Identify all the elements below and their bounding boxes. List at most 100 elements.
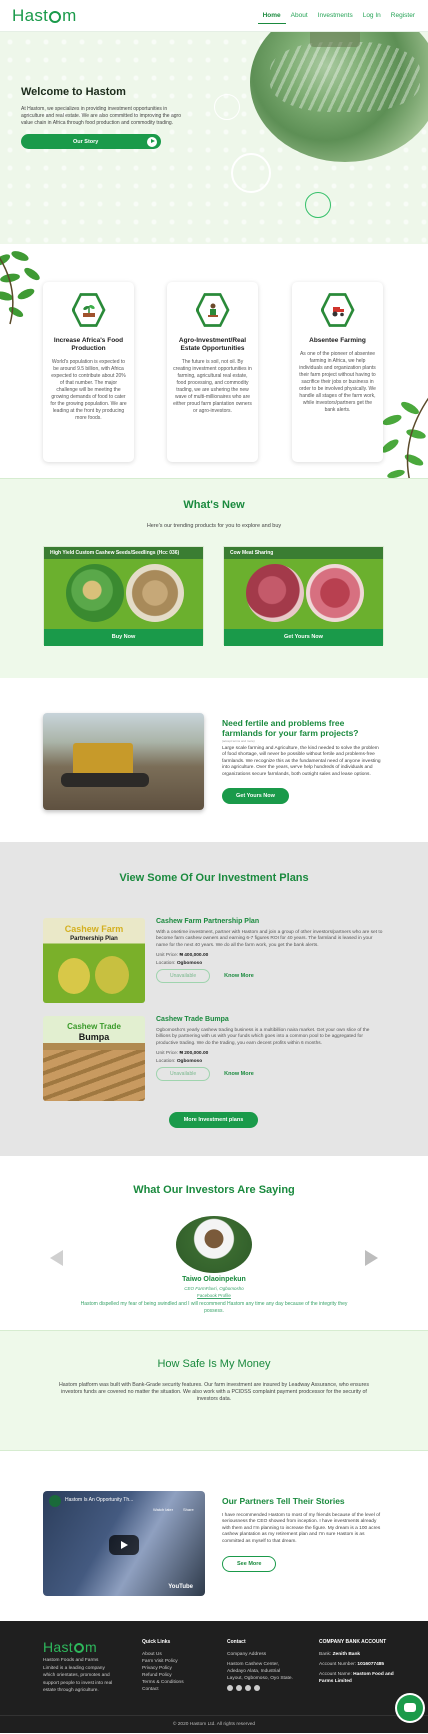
product-name: High Yield Custom Cashew Seeds/Seedlings… (44, 547, 203, 559)
footer-link-refund[interactable]: Refund Policy (142, 1672, 184, 1679)
video-play-icon[interactable] (109, 1535, 139, 1555)
decor-circle (214, 94, 240, 120)
plan-actions: Unavailable Know More (156, 1067, 383, 1082)
play-icon (147, 136, 157, 147)
plan-name: Cashew Farm Partnership Plan (156, 918, 260, 925)
facebook-icon[interactable] (254, 1685, 260, 1691)
feature-hex-badge (71, 293, 106, 327)
footer-logo[interactable]: Hast m (43, 1639, 113, 1655)
farmland-note: (accept terms and more) (222, 739, 255, 743)
page: Hast m Home About Investments Log In Regi… (0, 0, 428, 1733)
price-label: Unit Price: (156, 953, 179, 959)
farmland-section: Need fertile and problems free farmlands… (0, 678, 428, 842)
nav-register[interactable]: Register (386, 8, 420, 24)
plan-name: Cashew Trade Bumpa (156, 1016, 229, 1023)
feature-text: World's population is expected to be aro… (50, 359, 127, 421)
buy-now-button[interactable]: Buy Now (44, 629, 203, 646)
footer-link-about[interactable]: About Us (142, 1651, 184, 1658)
unavailable-button[interactable]: Unavailable (156, 969, 211, 984)
feature-hex-badge (320, 293, 355, 327)
logo-text-right: m (62, 5, 77, 25)
product-card-cow-meat: Cow Meat Sharing Get Yours Now (223, 546, 384, 646)
cashew-seedling-image (66, 564, 124, 622)
logo-ring-icon (74, 1643, 84, 1653)
plan-body: Cashew Trade Bumpa Ogbomosho's yearly ca… (156, 1016, 383, 1082)
watch-later-button[interactable]: Watch later (153, 1507, 173, 1512)
plan-image-subtitle: Bumpa (78, 1032, 110, 1042)
instagram-icon[interactable] (236, 1685, 242, 1691)
meat-image (246, 564, 304, 622)
channel-avatar-icon (49, 1495, 61, 1507)
plan-image-cashew-trade: Cashew Trade Bumpa (43, 1016, 145, 1101)
plan-description: Ogbomosho's yearly cashew trading busine… (156, 1028, 370, 1046)
carousel-next-arrow-icon[interactable] (365, 1250, 378, 1266)
whats-new-section: What's New Here's our trending products … (0, 478, 428, 678)
investor-role: CEO FarmFlavri, Ogbomosho (184, 1286, 244, 1291)
feature-text: As one of the pioneer of absentee farmin… (299, 351, 376, 413)
bank-title: COMPANY BANK ACCOUNT (319, 1639, 387, 1645)
nav-investments[interactable]: Investments (313, 8, 358, 24)
youtube-video-embed[interactable]: Hastom Is An Opportunity Th... Watch lat… (43, 1491, 205, 1596)
plan-image-subtitle: Partnership Plan (70, 936, 118, 942)
feature-title: Absentee Farming (309, 337, 366, 344)
plan-image-title: Cashew Farm (64, 924, 124, 934)
unavailable-button[interactable]: Unavailable (156, 1067, 211, 1082)
youtube-icon[interactable] (227, 1685, 233, 1691)
footer: Hast m Hastom Foods and Farms Limited is … (0, 1621, 428, 1733)
hero-title: Welcome to Hastom (21, 86, 126, 98)
security-text: Hastom platform was built with Bank-Grad… (58, 1382, 369, 1402)
plan-body: Cashew Farm Partnership Plan With a onet… (156, 918, 383, 984)
see-more-button[interactable]: See More (222, 1556, 277, 1573)
logo-text-right: m (85, 1639, 97, 1655)
bulldozer-image (43, 713, 204, 810)
know-more-link[interactable]: Know More (224, 1071, 254, 1077)
plan-price: Unit Price: ₦ 200,000.00 (156, 1051, 383, 1056)
feature-card-food-production: Increase Africa's Food Production World'… (43, 282, 134, 462)
plan-description: With a onetime investment, partner with … (156, 930, 383, 948)
hero-section: Welcome to Hastom At Hastom, we speciali… (0, 32, 428, 244)
share-button[interactable]: Share (183, 1507, 194, 1512)
video-title: Hastom Is An Opportunity Th... (65, 1497, 134, 1503)
more-investment-plans-button[interactable]: More Investment plans (169, 1112, 258, 1128)
nav-home[interactable]: Home (257, 8, 286, 24)
nav-login[interactable]: Log In (358, 8, 386, 24)
carousel-prev-arrow-icon[interactable] (50, 1250, 63, 1266)
top-nav: Hast m Home About Investments Log In Regi… (0, 0, 428, 32)
know-more-link[interactable]: Know More (224, 973, 254, 979)
our-story-button[interactable]: Our Story (21, 134, 161, 149)
footer-link-privacy[interactable]: Privacy Policy (142, 1665, 184, 1672)
investor-name: Taiwo Olaoinpekun (182, 1276, 246, 1283)
security-section: How Safe Is My Money Hastom platform was… (0, 1330, 428, 1451)
plan-card-cashew-farm: Cashew Farm Partnership Plan Cashew Farm… (43, 918, 383, 1003)
footer-about-text: Hastom Foods and Farms Limited is a lead… (43, 1658, 113, 1693)
footer-quick-links: Quick Links About Us Farm Visit Policy P… (142, 1639, 184, 1693)
plan-card-cashew-trade: Cashew Trade Bumpa Cashew Trade Bumpa Og… (43, 1016, 383, 1101)
chat-bubble-icon[interactable] (397, 1695, 423, 1721)
feature-title: Increase Africa's Food Production (53, 337, 124, 352)
farmland-title: Need fertile and problems free farmlands… (222, 718, 359, 738)
plan-image-cashew-farm: Cashew Farm Partnership Plan (43, 918, 145, 1003)
footer-link-terms[interactable]: Terms & Conditions (142, 1679, 184, 1686)
location-value: Ogbomoso (176, 961, 203, 967)
whatsapp-icon[interactable] (245, 1685, 251, 1691)
partners-section: Hastom Is An Opportunity Th... Watch lat… (0, 1451, 428, 1621)
bank-value: Zenith Bank (332, 1652, 361, 1657)
account-number-label: Account Number: (319, 1662, 357, 1667)
get-yours-now-button[interactable]: Get Yours Now (224, 629, 383, 646)
logo[interactable]: Hast m (12, 6, 77, 26)
bank-label: Bank: (319, 1652, 332, 1657)
features-section: Increase Africa's Food Production World'… (0, 244, 428, 483)
footer-bank: COMPANY BANK ACCOUNT Bank: Zenith Bank A… (319, 1639, 399, 1685)
footer-link-contact[interactable]: Contact (142, 1686, 184, 1693)
investment-plans-section: View Some Of Our Investment Plans Cashew… (0, 842, 428, 1156)
product-name: Cow Meat Sharing (224, 547, 383, 559)
plan-image-title: Cashew Trade (67, 1022, 121, 1031)
facebook-profile-link[interactable]: Facebook Profile (0, 1293, 428, 1298)
logo-text-left: Hast (12, 5, 49, 25)
product-card-cashew: High Yield Custom Cashew Seeds/Seedlings… (43, 546, 204, 646)
footer-link-farm-visit[interactable]: Farm Visit Policy (142, 1658, 184, 1665)
decor-circle (231, 153, 271, 193)
get-yours-now-button[interactable]: Get Yours Now (222, 788, 289, 805)
price-value: ₦ 400,000.00 (179, 953, 209, 959)
nav-about[interactable]: About (286, 8, 313, 24)
